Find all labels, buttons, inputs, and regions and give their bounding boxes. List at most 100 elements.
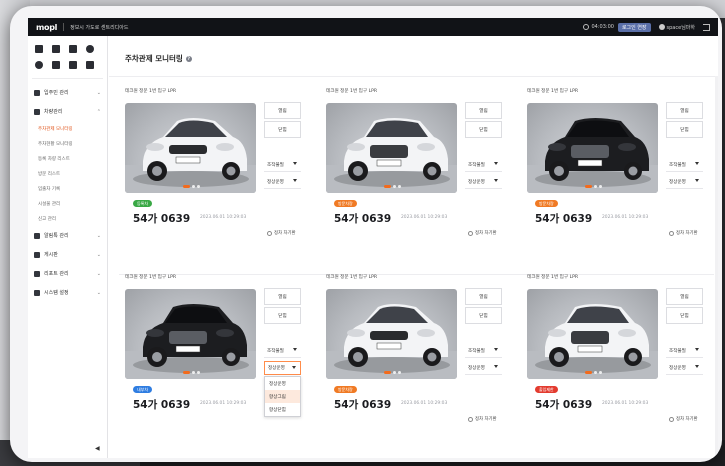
user-group-icon[interactable] <box>52 61 60 69</box>
chevron-down-icon <box>494 179 498 182</box>
car-photo[interactable] <box>527 103 658 193</box>
carousel-dots[interactable] <box>384 185 401 188</box>
arrow-icon[interactable] <box>69 61 77 69</box>
close-gate-button[interactable]: 닫힘 <box>465 307 502 324</box>
carousel-dot[interactable] <box>594 185 597 188</box>
control-select[interactable]: 조작불필 <box>666 344 703 358</box>
radio-icon[interactable] <box>669 416 674 422</box>
operation-mode-select[interactable]: 정상운영 <box>666 361 703 375</box>
radio-icon[interactable] <box>468 416 473 422</box>
submenu-parking-monitoring[interactable]: 주차관제 모니터링 <box>28 121 107 136</box>
parking-icon[interactable] <box>86 61 94 69</box>
control-select[interactable]: 조작불필 <box>264 344 301 358</box>
carousel-dot[interactable] <box>183 185 190 188</box>
car-photo[interactable] <box>125 289 256 379</box>
sidebar-item-vehicles[interactable]: 차량관리 ⌃ <box>28 102 107 121</box>
close-gate-button[interactable]: 닫힘 <box>264 121 301 138</box>
carousel-dots[interactable] <box>384 371 401 374</box>
carousel-dot[interactable] <box>192 185 195 188</box>
submenu-registered-vehicles[interactable]: 등록 차량 리스트 <box>28 151 107 166</box>
operation-mode-select[interactable]: 정상운영 <box>666 175 703 189</box>
carousel-dot[interactable] <box>594 371 597 374</box>
car-photo[interactable] <box>125 103 256 193</box>
vehicle-radio[interactable]: 정차 차기환 <box>669 230 698 236</box>
operation-mode-select[interactable]: 정상운영 <box>465 361 502 375</box>
carousel-dots[interactable] <box>585 371 602 374</box>
open-gate-button[interactable]: 열림 <box>666 102 703 119</box>
vehicle-radio[interactable]: 정차 차기환 <box>468 230 497 236</box>
car-photo[interactable] <box>527 289 658 379</box>
alarm-icon[interactable] <box>35 61 43 69</box>
carousel-dot[interactable] <box>398 371 401 374</box>
control-select[interactable]: 조작불필 <box>465 158 502 172</box>
carousel-dot[interactable] <box>393 371 396 374</box>
operation-mode-select[interactable]: 정상운영 <box>264 175 301 189</box>
radio-icon[interactable] <box>669 230 674 236</box>
open-gate-button[interactable]: 열림 <box>465 288 502 305</box>
submenu-reports[interactable]: 신고 관리 <box>28 211 107 226</box>
submenu-entry-log[interactable]: 입출차 기록 <box>28 181 107 196</box>
carousel-dot[interactable] <box>197 185 200 188</box>
open-gate-button[interactable]: 열림 <box>264 102 301 119</box>
submenu-facility[interactable]: 시설물 관리 <box>28 196 107 211</box>
operation-mode-select[interactable]: 정상운영 <box>264 361 301 375</box>
close-gate-button[interactable]: 닫힘 <box>264 307 301 324</box>
logout-icon[interactable] <box>703 23 710 31</box>
control-select[interactable]: 조작불필 <box>465 344 502 358</box>
open-gate-button[interactable]: 열림 <box>264 288 301 305</box>
carousel-dot[interactable] <box>384 185 391 188</box>
control-select[interactable]: 조작불필 <box>264 158 301 172</box>
carousel-dots[interactable] <box>183 185 200 188</box>
vehicle-radio[interactable]: 정차 차기환 <box>669 416 698 422</box>
control-select[interactable]: 조작불필 <box>666 158 703 172</box>
carousel-dot[interactable] <box>183 371 190 374</box>
logo[interactable]: mopl <box>36 23 57 32</box>
car-photo[interactable] <box>326 103 457 193</box>
close-gate-button[interactable]: 닫힘 <box>666 121 703 138</box>
collapse-sidebar-icon[interactable]: ◀ <box>95 445 100 452</box>
carousel-dot[interactable] <box>393 185 396 188</box>
sidebar-item-reports[interactable]: 리포트 관리 ⌄ <box>28 264 107 283</box>
sidebar-item-system[interactable]: 시스템 설정 ⌄ <box>28 283 107 302</box>
car-icon[interactable] <box>52 45 60 53</box>
speaker-icon <box>34 232 40 239</box>
submenu-parking-status[interactable]: 주차현황 모니터링 <box>28 136 107 151</box>
radio-icon[interactable] <box>468 230 473 236</box>
sidebar-item-board[interactable]: 게시판 ⌄ <box>28 245 107 264</box>
submenu-visit-list[interactable]: 방문 리스트 <box>28 166 107 181</box>
help-icon[interactable]: ? <box>185 55 192 62</box>
sidebar-item-label: 게시판 <box>44 252 58 258</box>
gear-icon[interactable] <box>86 45 94 53</box>
open-gate-button[interactable]: 열림 <box>666 288 703 305</box>
carousel-dot[interactable] <box>599 371 602 374</box>
chevron-down-icon <box>494 348 498 351</box>
sidebar-item-notifications[interactable]: 알림톡 관리 ⌄ <box>28 226 107 245</box>
calendar-icon[interactable] <box>69 45 77 53</box>
radio-icon[interactable] <box>267 230 272 236</box>
carousel-dot[interactable] <box>197 371 200 374</box>
close-gate-button[interactable]: 닫힘 <box>465 121 502 138</box>
sidebar-item-residents[interactable]: 입주민 관리 ⌄ <box>28 83 107 102</box>
home-icon[interactable] <box>35 45 43 53</box>
carousel-dot[interactable] <box>585 185 592 188</box>
user-name[interactable]: space님마하 <box>667 24 695 31</box>
open-gate-button[interactable]: 열림 <box>465 102 502 119</box>
operation-mode-select[interactable]: 정상운영 <box>465 175 502 189</box>
dropdown-option[interactable]: 정상운영 <box>265 377 300 390</box>
carousel-dot[interactable] <box>585 371 592 374</box>
vehicle-radio[interactable]: 정차 차기환 <box>468 416 497 422</box>
dropdown-option[interactable]: 항상닫힘 <box>265 403 300 416</box>
car-photo[interactable] <box>326 289 457 379</box>
carousel-dot[interactable] <box>192 371 195 374</box>
carousel-dot[interactable] <box>599 185 602 188</box>
carousel-dots[interactable] <box>183 371 200 374</box>
app-screen: mopl 정보시 가도로 센트리디아드 04:03:00 로그인 연장 spac… <box>28 18 718 458</box>
carousel-dots[interactable] <box>585 185 602 188</box>
car-image <box>527 304 658 379</box>
close-gate-button[interactable]: 닫힘 <box>666 307 703 324</box>
vehicle-radio[interactable]: 정차 차기환 <box>267 230 296 236</box>
extend-session-button[interactable]: 로그인 연장 <box>617 22 651 32</box>
carousel-dot[interactable] <box>384 371 391 374</box>
dropdown-option[interactable]: 항상그림 <box>265 390 300 403</box>
carousel-dot[interactable] <box>398 185 401 188</box>
